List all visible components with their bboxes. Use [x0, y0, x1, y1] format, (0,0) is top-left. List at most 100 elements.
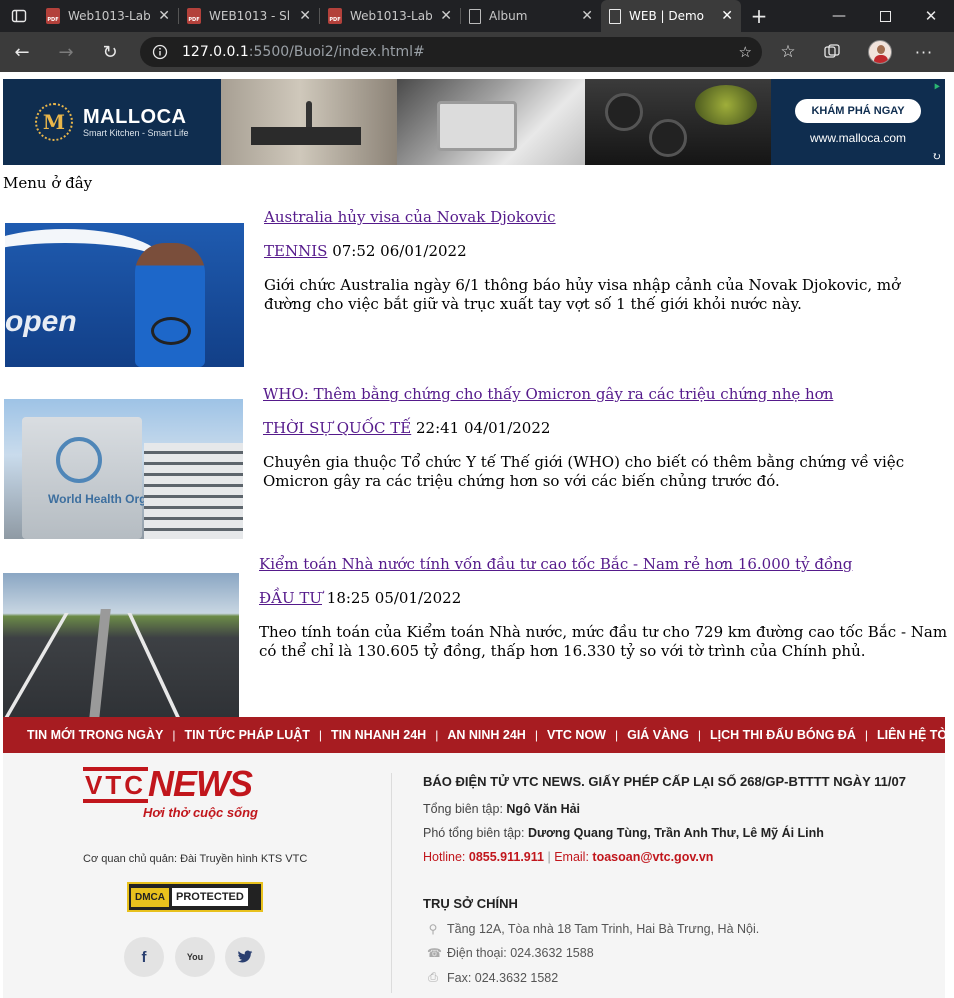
nav-separator: |: [864, 728, 868, 742]
brand-block: MALLOCA Smart Kitchen - Smart Life: [83, 106, 189, 138]
more-icon: ···: [914, 42, 934, 62]
avatar: [868, 40, 892, 64]
document-icon: [609, 8, 621, 24]
browser-toolbar: ← → ↻ 127.0.0.1:5500/Buoi2/index.html# ☆…: [0, 32, 954, 72]
article-1-thumbnail[interactable]: open: [5, 223, 244, 367]
tab-web-demo[interactable]: WEB | Demo ✕: [601, 0, 741, 32]
article-2-title-link[interactable]: WHO: Thêm bằng chứng cho thấy Omicron gâ…: [263, 385, 833, 403]
twitter-button[interactable]: [225, 937, 265, 977]
article-2-category-link[interactable]: THỜI SỰ QUỐC TẾ: [263, 419, 411, 437]
tab-album[interactable]: Album ✕: [461, 0, 601, 32]
footer-nav-phap-luat[interactable]: TIN TỨC PHÁP LUẬT: [184, 728, 309, 742]
back-button[interactable]: ←: [0, 32, 44, 72]
banner-cta-area: ⯈ KHÁM PHÁ NGAY www.malloca.com ↻: [771, 79, 945, 165]
forward-button[interactable]: →: [44, 32, 88, 72]
pdf-icon: PDF: [328, 8, 342, 24]
editor-line: Tổng biên tập: Ngô Văn Hải: [423, 802, 581, 816]
menu-placeholder: Menu ở đây: [3, 174, 93, 192]
adchoices-icon[interactable]: ⯈: [932, 81, 941, 95]
hotline-link[interactable]: 0855.911.911: [469, 850, 544, 864]
explore-now-button[interactable]: KHÁM PHÁ NGAY: [795, 99, 921, 123]
maximize-button[interactable]: [862, 0, 908, 32]
logo-news-text: NEWS: [148, 763, 253, 804]
dishwasher-photo: [397, 79, 585, 165]
info-icon[interactable]: [152, 44, 168, 60]
vtc-footer: VTC NEWS Hơi thở cuộc sống Cơ quan chủ q…: [3, 753, 945, 998]
nav-separator: |: [318, 728, 323, 742]
footer-nav-an-ninh[interactable]: AN NINH 24H: [447, 728, 526, 742]
malloca-logo-icon: M: [35, 103, 73, 141]
minimize-icon: —: [832, 8, 846, 24]
url-text: 127.0.0.1:5500/Buoi2/index.html#: [182, 44, 425, 60]
fax-line: ⎙ Fax: 024.3632 1582: [427, 970, 558, 985]
banner-logo-area: M MALLOCA Smart Kitchen - Smart Life: [3, 79, 221, 165]
document-icon: [469, 8, 481, 24]
footer-nav-vtc-now[interactable]: VTC NOW: [547, 728, 606, 742]
vtc-news-logo[interactable]: VTC NEWS Hơi thở cuộc sống: [83, 765, 258, 820]
ad-refresh-icon[interactable]: ↻: [932, 150, 941, 163]
web-page: M MALLOCA Smart Kitchen - Smart Life ⯈ K…: [0, 72, 954, 998]
reload-icon: ↻: [102, 41, 118, 63]
footer-nav-tin-nhanh[interactable]: TIN NHANH 24H: [331, 728, 426, 742]
pdf-icon: PDF: [46, 8, 60, 24]
facebook-button[interactable]: f: [124, 937, 164, 977]
article-1-title-link[interactable]: Australia hủy visa của Novak Djokovic: [264, 208, 556, 226]
fax-icon: ⎙: [428, 970, 438, 984]
tab-title: Album: [489, 9, 528, 23]
url-host: 127.0.0.1: [182, 44, 249, 60]
logo-vtc-text: VTC: [83, 767, 148, 803]
article-3-description: Theo tính toán của Kiểm toán Nhà nước, m…: [259, 623, 948, 660]
article-3-category-link[interactable]: ĐẦU TƯ: [259, 589, 322, 607]
who-emblem-icon: [56, 437, 102, 483]
profile-button[interactable]: [860, 32, 900, 72]
close-window-button[interactable]: ✕: [908, 0, 954, 32]
tab-web1013-lab-2[interactable]: PDF Web1013-Lab ✕: [320, 0, 460, 32]
close-icon[interactable]: ✕: [440, 8, 452, 24]
footer-nav: TIN MỚI TRONG NGÀY | TIN TỨC PHÁP LUẬT | T…: [3, 717, 945, 753]
tab-title: Web1013-Lab: [68, 9, 151, 23]
tab-title: WEB | Demo: [629, 9, 705, 23]
footer-nav-tin-moi[interactable]: TIN MỚI TRONG NGÀY: [27, 728, 163, 742]
footer-nav-lich-thi-dau[interactable]: LỊCH THI ĐẤU BÓNG ĐÁ: [710, 728, 856, 742]
dmca-protected-label: PROTECTED: [171, 887, 249, 907]
nav-separator: |: [435, 728, 439, 742]
brand-name: MALLOCA: [83, 106, 187, 128]
nav-separator: |: [614, 728, 619, 742]
back-arrow-icon: ←: [14, 41, 30, 63]
article-3-title-link[interactable]: Kiểm toán Nhà nước tính vốn đầu tư cao t…: [259, 555, 852, 573]
tab-web1013-lab-1[interactable]: PDF Web1013-Lab ✕: [38, 0, 178, 32]
add-favorite-icon[interactable]: ☆: [739, 43, 752, 61]
youtube-button[interactable]: You: [175, 937, 215, 977]
owner-text: Cơ quan chủ quản: Đài Truyền hình KTS VT…: [83, 853, 308, 865]
tab-web1013-slide[interactable]: PDF WEB1013 - Sli ✕: [179, 0, 319, 32]
article-2-thumbnail[interactable]: World Health Organization: [4, 399, 243, 539]
maximize-icon: [879, 10, 891, 22]
collections-button[interactable]: [812, 32, 852, 72]
new-tab-button[interactable]: +: [741, 0, 777, 32]
email-link[interactable]: toasoan@vtc.gov.vn: [592, 850, 713, 864]
minimize-button[interactable]: —: [816, 0, 862, 32]
footer-nav-lien-he[interactable]: LIÊN HỆ TÒA SOẠN: [877, 728, 945, 742]
youtube-icon: You: [186, 952, 204, 962]
address-bar[interactable]: 127.0.0.1:5500/Buoi2/index.html# ☆: [140, 37, 762, 67]
close-icon[interactable]: ✕: [299, 8, 311, 24]
favorites-button[interactable]: ☆: [768, 32, 808, 72]
footer-nav-gia-vang[interactable]: GIÁ VÀNG: [627, 728, 689, 742]
brand-tagline: Smart Kitchen - Smart Life: [83, 128, 189, 138]
malloca-banner-ad[interactable]: M MALLOCA Smart Kitchen - Smart Life ⯈ K…: [3, 79, 945, 165]
fax-text: Fax: 024.3632 1582: [447, 970, 559, 985]
facebook-icon: f: [141, 948, 147, 966]
settings-menu-button[interactable]: ···: [904, 32, 944, 72]
tab-actions-button[interactable]: [0, 0, 38, 32]
article-2-datetime: 22:41 04/01/2022: [415, 419, 551, 437]
close-icon[interactable]: ✕: [581, 8, 593, 24]
close-icon[interactable]: ✕: [721, 8, 733, 24]
license-text: BÁO ĐIỆN TỬ VTC NEWS. GIẤY PHÉP CẤP LẠI …: [423, 774, 906, 789]
tab-title: WEB1013 - Sli: [209, 9, 292, 23]
dmca-badge[interactable]: DMCA PROTECTED: [127, 882, 263, 912]
article-1-category-link[interactable]: TENNIS: [264, 242, 327, 260]
article-3-thumbnail[interactable]: [3, 573, 239, 717]
close-icon[interactable]: ✕: [158, 8, 170, 24]
reload-button[interactable]: ↻: [88, 32, 132, 72]
article-1-meta: TENNIS 07:52 06/01/2022: [264, 242, 467, 260]
